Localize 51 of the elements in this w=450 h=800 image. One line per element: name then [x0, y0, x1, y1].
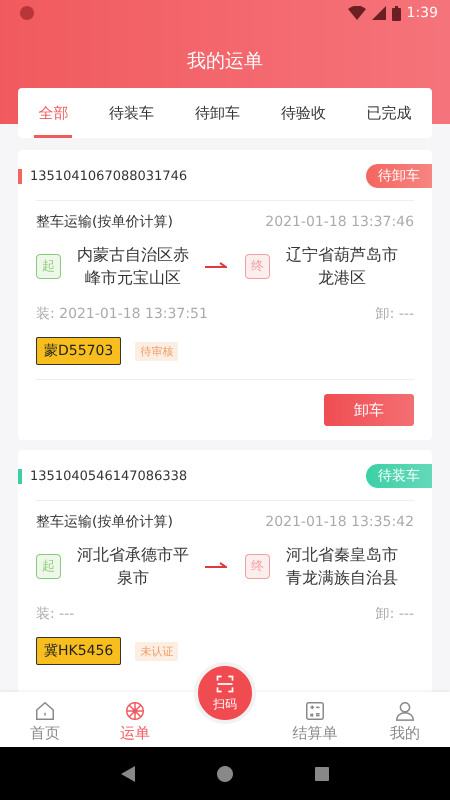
nav-label[interactable]: 结算单 [292, 724, 338, 743]
tab[interactable]: 全部 [34, 88, 72, 138]
transport-type: 整车运输(按单价计算) [36, 513, 173, 531]
origin-address: 河北省承德市平泉市 [76, 544, 190, 589]
order-card[interactable]: 1351040546147086338 待装车 整车运输(按单价计算) 2021-01-18 13:35:42 起 河北省承德市平泉市 终 河北省秦皇岛市青龙满族自治县 装: --- 卸: --- 冀HK5456 未认证 [18, 450, 432, 692]
review-tag: 待审核 [135, 342, 178, 360]
clock-time: 1:39 [406, 5, 438, 21]
loading-time: 装: --- [36, 605, 74, 623]
status-badge: 待卸车 [366, 164, 432, 188]
home-icon [34, 700, 56, 722]
notification-dot-icon [20, 6, 34, 20]
transport-type: 整车运输(按单价计算) [36, 213, 173, 231]
page-title: 我的运单 [186, 49, 264, 74]
order-number: 1351040546147086338 [18, 468, 188, 484]
wifi-icon [348, 6, 366, 20]
order-card[interactable]: 1351041067088031746 待卸车 整车运输(按单价计算) 2021-01-18 13:37:46 起 内蒙古自治区赤峰市元宝山区 终 辽宁省葫芦岛市龙港区 装: 2021-01-18 13:37:51 卸: --- 蒙D55703 待审核 卸车 [18, 150, 432, 440]
origin-badge: 起 [36, 554, 61, 578]
tab[interactable]: 已完成 [362, 88, 416, 138]
home-button-icon[interactable] [217, 766, 233, 782]
unload-button[interactable]: 卸车 [324, 394, 414, 426]
destination-badge: 终 [245, 254, 270, 278]
user-icon [394, 700, 416, 722]
review-tag: 未认证 [135, 642, 178, 660]
back-icon[interactable] [121, 766, 135, 782]
unloading-time: 卸: --- [376, 605, 414, 623]
origin-address: 内蒙古自治区赤峰市元宝山区 [76, 244, 190, 289]
license-plate: 冀HK5456 [36, 637, 122, 665]
loading-time: 装: 2021-01-18 13:37:51 [36, 305, 208, 323]
nav-label[interactable]: 首页 [30, 724, 60, 743]
destination-address: 辽宁省葫芦岛市龙港区 [285, 244, 399, 289]
created-time: 2021-01-18 13:37:46 [265, 214, 414, 230]
signal-icon [372, 6, 386, 20]
battery-icon [392, 6, 401, 20]
calculator-icon [304, 700, 326, 722]
destination-address: 河北省秦皇岛市青龙满族自治县 [285, 544, 399, 589]
nav-label[interactable]: 我的 [390, 724, 420, 743]
tab[interactable]: 待装车 [105, 88, 158, 138]
origin-badge: 起 [36, 254, 61, 278]
status-badge: 待装车 [366, 464, 432, 488]
tab[interactable]: 待验收 [276, 88, 330, 138]
recents-icon[interactable] [315, 766, 329, 780]
nav-label[interactable]: 运单 [120, 724, 150, 743]
scan-icon [215, 674, 235, 694]
scan-button[interactable]: 扫码 [194, 662, 256, 724]
tab[interactable]: 待卸车 [190, 88, 244, 138]
unloading-time: 卸: --- [376, 305, 414, 323]
order-number: 1351041067088031746 [18, 168, 188, 184]
destination-badge: 终 [245, 554, 270, 578]
wheel-icon [124, 700, 146, 722]
created-time: 2021-01-18 13:35:42 [265, 514, 414, 530]
license-plate: 蒙D55703 [36, 337, 122, 365]
